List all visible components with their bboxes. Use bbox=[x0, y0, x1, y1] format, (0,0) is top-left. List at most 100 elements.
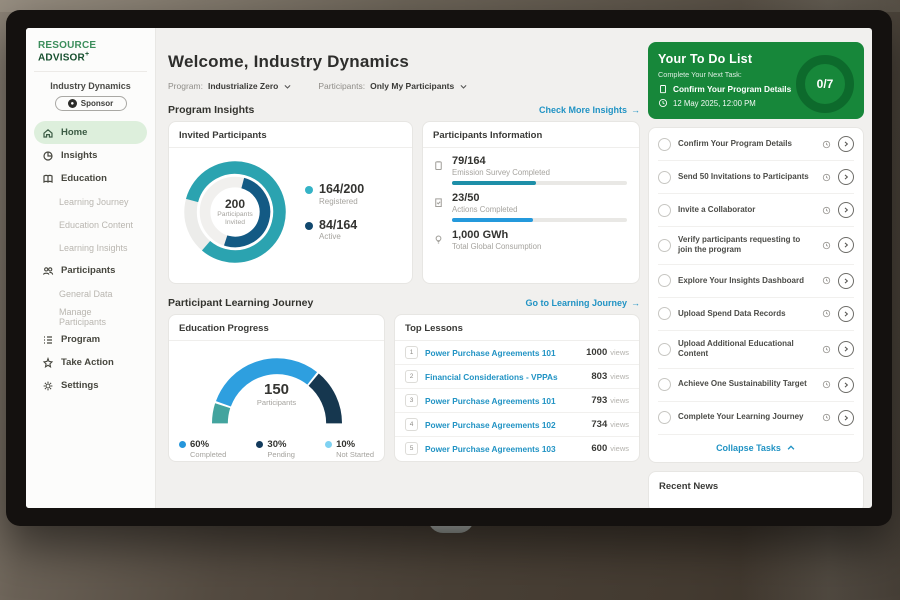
legend-item-registered: 164/200 Registered bbox=[305, 183, 364, 206]
sidebar-item-label: Education Content bbox=[59, 220, 133, 230]
task-go-button[interactable] bbox=[838, 136, 854, 152]
sidebar-item-label: Participants bbox=[61, 265, 115, 276]
clock-icon bbox=[822, 345, 831, 354]
participants-filter-dropdown[interactable]: Participants: Only My Participants bbox=[318, 81, 468, 91]
clock-icon bbox=[822, 380, 831, 389]
sidebar-item-take-action[interactable]: Take Action bbox=[34, 351, 147, 374]
progress-bar-fill bbox=[452, 218, 533, 222]
link-label: Go to Learning Journey bbox=[525, 298, 627, 308]
task-checkbox[interactable] bbox=[658, 204, 671, 217]
card-title: Participants Information bbox=[423, 122, 639, 148]
views-suffix: views bbox=[610, 420, 629, 429]
participants-icon bbox=[42, 265, 54, 277]
task-checkbox[interactable] bbox=[658, 274, 671, 287]
task-go-button[interactable] bbox=[838, 410, 854, 426]
legend-dot bbox=[179, 441, 186, 448]
sidebar-item-label: Take Action bbox=[61, 357, 114, 368]
task-row[interactable]: Complete Your Learning Journey bbox=[658, 402, 854, 435]
lesson-views: 803 bbox=[591, 371, 607, 382]
sidebar-item-label: Learning Journey bbox=[59, 197, 129, 207]
lesson-link[interactable]: Power Purchase Agreements 101 bbox=[425, 348, 586, 358]
lesson-rank: 2 bbox=[405, 370, 418, 383]
sidebar-item-education-content[interactable]: Education Content bbox=[34, 213, 147, 236]
task-go-button[interactable] bbox=[838, 306, 854, 322]
lesson-link[interactable]: Power Purchase Agreements 101 bbox=[425, 396, 591, 406]
task-checkbox[interactable] bbox=[658, 411, 671, 424]
sidebar-item-label: Settings bbox=[61, 380, 98, 391]
sidebar-item-learning-journey[interactable]: Learning Journey bbox=[34, 190, 147, 213]
views-suffix: views bbox=[610, 348, 629, 357]
invited-participants-card: Invited Participants 200 Participants In… bbox=[168, 121, 413, 284]
task-go-button[interactable] bbox=[838, 202, 854, 218]
task-row[interactable]: Verify participants requesting to join t… bbox=[658, 227, 854, 265]
lesson-link[interactable]: Financial Considerations - VPPAs bbox=[425, 372, 591, 382]
lesson-views: 1000 bbox=[586, 347, 607, 358]
task-row[interactable]: Upload Spend Data Records bbox=[658, 298, 854, 331]
donut-center-value: 200 bbox=[225, 197, 245, 211]
sidebar-item-manage-participants[interactable]: Manage Participants bbox=[34, 305, 147, 328]
collapse-tasks-link[interactable]: Collapse Tasks bbox=[658, 435, 854, 462]
clock-icon bbox=[822, 241, 831, 250]
clock-icon bbox=[822, 140, 831, 149]
legend-label: Not Started bbox=[336, 450, 374, 459]
check-more-insights-link[interactable]: Check More Insights → bbox=[539, 105, 640, 115]
task-label: Achieve One Sustainability Target bbox=[678, 379, 815, 389]
sidebar-item-label: Education bbox=[61, 173, 107, 184]
task-checkbox[interactable] bbox=[658, 378, 671, 391]
sidebar-item-label: Home bbox=[61, 127, 87, 138]
stat-value: 79/164 bbox=[452, 155, 627, 167]
legend-label: Pending bbox=[267, 450, 295, 459]
legend-dot bbox=[325, 441, 332, 448]
lesson-row: 4 Power Purchase Agreements 102 734 view… bbox=[395, 413, 639, 437]
app-logo: RESOURCE ADVISOR+ bbox=[34, 38, 147, 72]
task-row[interactable]: Confirm Your Program Details bbox=[658, 128, 854, 161]
sidebar-item-program[interactable]: Program bbox=[34, 328, 147, 351]
task-row[interactable]: Explore Your Insights Dashboard bbox=[658, 265, 854, 298]
todo-progress-ring: 0/7 bbox=[796, 55, 854, 113]
task-go-button[interactable] bbox=[838, 273, 854, 289]
task-go-button[interactable] bbox=[838, 237, 854, 253]
task-row[interactable]: Send 50 Invitations to Participants bbox=[658, 161, 854, 194]
task-checkbox[interactable] bbox=[658, 307, 671, 320]
clock-icon bbox=[822, 173, 831, 182]
go-to-learning-journey-link[interactable]: Go to Learning Journey → bbox=[525, 298, 640, 308]
settings-icon bbox=[42, 380, 54, 392]
task-row[interactable]: Invite a Collaborator bbox=[658, 194, 854, 227]
sidebar-item-learning-insights[interactable]: Learning Insights bbox=[34, 236, 147, 259]
program-filter-dropdown[interactable]: Program: Industrialize Zero bbox=[168, 81, 292, 91]
task-checkbox[interactable] bbox=[658, 138, 671, 151]
lesson-link[interactable]: Power Purchase Agreements 103 bbox=[425, 444, 591, 454]
views-suffix: views bbox=[610, 396, 629, 405]
task-checkbox[interactable] bbox=[658, 239, 671, 252]
sidebar: RESOURCE ADVISOR+ Industry Dynamics ● Sp… bbox=[26, 28, 156, 508]
sidebar-item-general-data[interactable]: General Data bbox=[34, 282, 147, 305]
task-label: Upload Spend Data Records bbox=[678, 309, 815, 319]
stat-total-consumption: 1,000 GWh Total Global Consumption bbox=[423, 222, 639, 251]
clock-icon bbox=[822, 276, 831, 285]
stat-actions-completed: 23/50 Actions Completed bbox=[423, 185, 639, 222]
task-checkbox[interactable] bbox=[658, 343, 671, 356]
dashboard-screen: RESOURCE ADVISOR+ Industry Dynamics ● Sp… bbox=[26, 28, 872, 508]
education-progress-gauge-chart: 150 Participants bbox=[203, 345, 351, 437]
survey-icon bbox=[433, 158, 444, 185]
sidebar-item-insights[interactable]: Insights bbox=[34, 144, 147, 167]
program-filter-label: Program: bbox=[168, 81, 203, 91]
lesson-link[interactable]: Power Purchase Agreements 102 bbox=[425, 420, 591, 430]
task-row[interactable]: Upload Additional Educational Content bbox=[658, 331, 854, 369]
sidebar-item-settings[interactable]: Settings bbox=[34, 374, 147, 397]
legend-value: 164/200 bbox=[319, 183, 364, 197]
gauge-notstarted-arc bbox=[219, 406, 222, 424]
sidebar-item-home[interactable]: Home bbox=[34, 121, 147, 144]
task-go-button[interactable] bbox=[838, 377, 854, 393]
task-row[interactable]: Achieve One Sustainability Target bbox=[658, 369, 854, 402]
sidebar-item-participants[interactable]: Participants bbox=[34, 259, 147, 282]
task-go-button[interactable] bbox=[838, 341, 854, 357]
task-checkbox[interactable] bbox=[658, 171, 671, 184]
monitor-bezel: RESOURCE ADVISOR+ Industry Dynamics ● Sp… bbox=[6, 10, 892, 526]
clipboard-icon bbox=[658, 84, 668, 94]
sponsor-icon: ● bbox=[68, 99, 77, 108]
task-go-button[interactable] bbox=[838, 169, 854, 185]
arrow-right-icon: → bbox=[631, 105, 640, 115]
sidebar-item-education[interactable]: Education bbox=[34, 167, 147, 190]
bulb-icon bbox=[433, 232, 444, 251]
